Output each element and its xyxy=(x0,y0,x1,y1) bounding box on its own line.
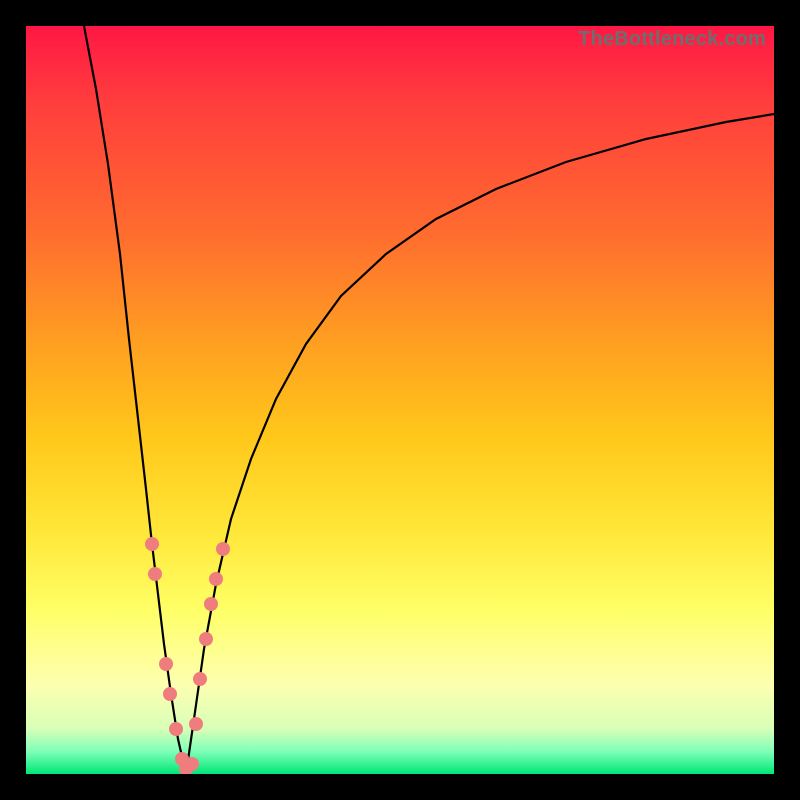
curve-right-branch xyxy=(186,114,774,774)
plot-area: TheBottleneck.com xyxy=(26,26,774,774)
curve-svg xyxy=(26,26,774,774)
data-point-dots xyxy=(145,537,230,774)
chart-container: TheBottleneck.com xyxy=(0,0,800,800)
data-point xyxy=(209,572,223,586)
data-point xyxy=(163,687,177,701)
data-point xyxy=(159,657,173,671)
data-point xyxy=(169,722,183,736)
data-point xyxy=(185,757,199,771)
data-point xyxy=(148,567,162,581)
data-point xyxy=(199,632,213,646)
data-point xyxy=(189,717,203,731)
data-point xyxy=(216,542,230,556)
data-point xyxy=(145,537,159,551)
data-point xyxy=(193,672,207,686)
data-point xyxy=(204,597,218,611)
